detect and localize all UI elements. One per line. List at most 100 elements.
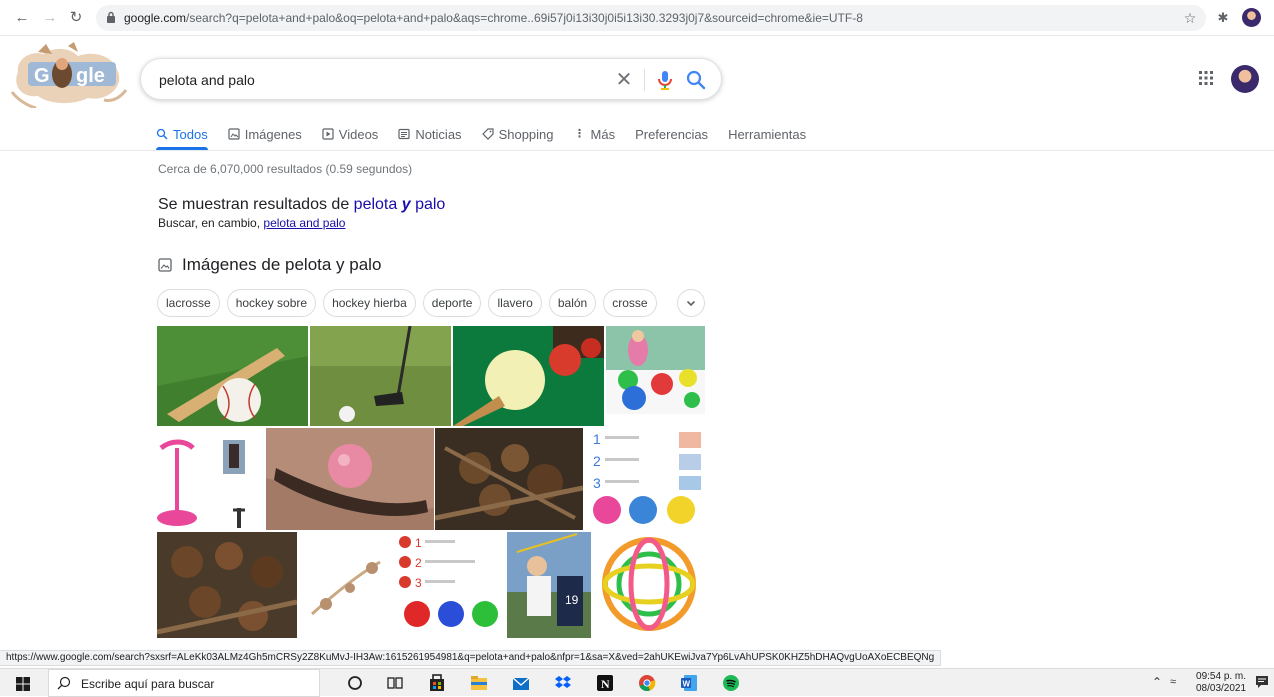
image-filter-chips: lacrosse hockey sobre hockey hierba depo… <box>157 289 657 317</box>
tab-label: Shopping <box>498 126 554 142</box>
pink-stand-image <box>157 428 265 530</box>
image-result[interactable] <box>310 326 451 426</box>
clock-time: 09:54 p. m. <box>1196 671 1247 682</box>
browser-toolbar: ← → ↻ google.com/search?q=pelota+and+pal… <box>0 0 1274 36</box>
clear-icon[interactable]: ✕ <box>613 69 635 91</box>
result-stats: Cerca de 6,070,000 resultados (0.59 segu… <box>158 162 413 176</box>
system-clock[interactable]: 09:54 p. m. 08/03/2021 <box>1196 671 1246 695</box>
tab-label: Todos <box>173 126 208 142</box>
tab-noticias[interactable]: Noticias <box>398 124 462 144</box>
tab-label: Preferencias <box>635 126 709 142</box>
notion-icon[interactable]: N <box>596 674 614 692</box>
image-result[interactable]: 1 2 3 <box>585 428 705 530</box>
search-instead: Buscar, en cambio, pelota and palo <box>158 216 345 230</box>
search-box: ✕ <box>140 58 722 100</box>
task-view-icon[interactable] <box>386 674 404 692</box>
colored-balls-kids-image <box>606 326 705 426</box>
tab-label: Videos <box>338 126 379 142</box>
tab-herramientas[interactable]: Herramientas <box>728 124 806 144</box>
image-result[interactable] <box>453 326 604 426</box>
chip-balon[interactable]: balón <box>548 289 597 317</box>
chip-hockey-hierba[interactable]: hockey hierba <box>323 289 416 317</box>
lock-icon <box>107 11 115 23</box>
link-status-url: https://www.google.com/search?sxsrf=ALeK… <box>0 650 942 666</box>
notifications-icon[interactable] <box>1255 675 1269 689</box>
corrected-query-link[interactable]: pelota y palo <box>354 196 446 213</box>
mail-icon[interactable] <box>512 674 530 692</box>
image-result[interactable] <box>435 428 583 530</box>
reload-icon[interactable]: ↻ <box>66 8 86 28</box>
images-header-title: Imágenes de pelota y palo <box>182 255 382 274</box>
tab-label: Imágenes <box>244 126 302 142</box>
chip-hockey-sobre[interactable]: hockey sobre <box>226 289 317 317</box>
tab-label: Noticias <box>415 126 462 142</box>
video-icon <box>322 128 334 140</box>
svg-text:N: N <box>601 677 610 691</box>
tab-label: Más <box>590 126 616 142</box>
tab-shopping[interactable]: Shopping <box>481 124 554 144</box>
image-result[interactable]: 19 <box>507 532 591 638</box>
image-result[interactable] <box>157 428 265 530</box>
profile-avatar[interactable] <box>1242 8 1261 27</box>
windows-start-icon[interactable] <box>16 677 30 691</box>
spelling-correction: Se muestran resultados de pelota y palo <box>158 196 445 214</box>
tray-chevron-up-icon[interactable]: ⌃ <box>1152 675 1162 689</box>
extensions-icon[interactable]: ✱ <box>1213 8 1233 28</box>
svg-text:W: W <box>683 680 691 689</box>
baseball-bat-image <box>157 326 308 426</box>
wifi-icon[interactable]: ≈ <box>1170 676 1176 688</box>
chip-crosse[interactable]: crosse <box>603 289 657 317</box>
tab-label: Herramientas <box>728 126 807 142</box>
file-explorer-icon[interactable] <box>470 674 488 692</box>
image-icon <box>228 128 240 140</box>
tab-videos[interactable]: Videos <box>322 124 379 144</box>
svg-text:1: 1 <box>593 431 601 447</box>
cortana-icon[interactable] <box>346 674 364 692</box>
search-input[interactable] <box>159 70 599 90</box>
search-icon[interactable] <box>685 69 707 91</box>
chip-lacrosse[interactable]: lacrosse <box>157 289 220 317</box>
taskbar-search-box[interactable]: Escribe aquí para buscar <box>48 669 320 697</box>
forward-arrow-icon[interactable]: → <box>40 8 60 28</box>
search-icon <box>57 676 71 690</box>
image-icon <box>158 258 172 272</box>
tab-preferencias[interactable]: Preferencias <box>635 124 708 144</box>
store-icon[interactable] <box>428 674 446 692</box>
image-result[interactable]: 1 2 3 <box>395 532 505 638</box>
tab-todos[interactable]: Todos <box>156 124 208 144</box>
instead-prefix: Buscar, en cambio, <box>158 216 264 230</box>
address-bar[interactable]: google.com/search?q=pelota+and+palo&oq=p… <box>96 5 1206 31</box>
svg-text:2: 2 <box>415 556 422 570</box>
bookmark-star-icon[interactable]: ☆ <box>1180 8 1200 28</box>
news-icon <box>398 128 410 140</box>
chip-deporte[interactable]: deporte <box>422 289 482 317</box>
google-doodle-logo[interactable]: G gle <box>8 42 128 108</box>
lacrosse-player-image: 19 <box>507 532 591 638</box>
spotify-icon[interactable] <box>722 674 740 692</box>
clock-date: 08/03/2021 <box>1196 683 1247 694</box>
dropbox-icon[interactable] <box>554 674 572 692</box>
showing-prefix: Se muestran resultados de <box>158 196 354 213</box>
back-arrow-icon[interactable]: ← <box>12 8 32 28</box>
images-section-header[interactable]: Imágenes de pelota y palo <box>158 255 381 275</box>
tab-mas[interactable]: ⋮ Más <box>574 124 616 144</box>
chip-llavero[interactable]: llavero <box>488 289 542 317</box>
word-icon[interactable]: W <box>680 674 698 692</box>
hockey-stick-ball-image <box>266 428 434 530</box>
soft-balls-infographic-image: 1 2 3 <box>395 532 505 638</box>
tab-imagenes[interactable]: Imágenes <box>228 124 302 144</box>
image-result[interactable] <box>606 326 705 426</box>
wooden-balls-image <box>157 532 297 638</box>
svg-text:19: 19 <box>565 593 579 607</box>
image-result[interactable] <box>266 428 434 530</box>
account-avatar[interactable] <box>1231 65 1259 93</box>
image-result[interactable] <box>298 532 393 638</box>
chrome-icon[interactable] <box>638 674 656 692</box>
original-query-link[interactable]: pelota and palo <box>263 216 345 230</box>
image-result[interactable] <box>593 532 705 638</box>
chips-next-button[interactable] <box>677 289 705 317</box>
microphone-icon[interactable] <box>653 68 677 92</box>
apps-grid-icon[interactable] <box>1196 68 1216 88</box>
image-result[interactable] <box>157 532 297 638</box>
image-result[interactable] <box>157 326 308 426</box>
